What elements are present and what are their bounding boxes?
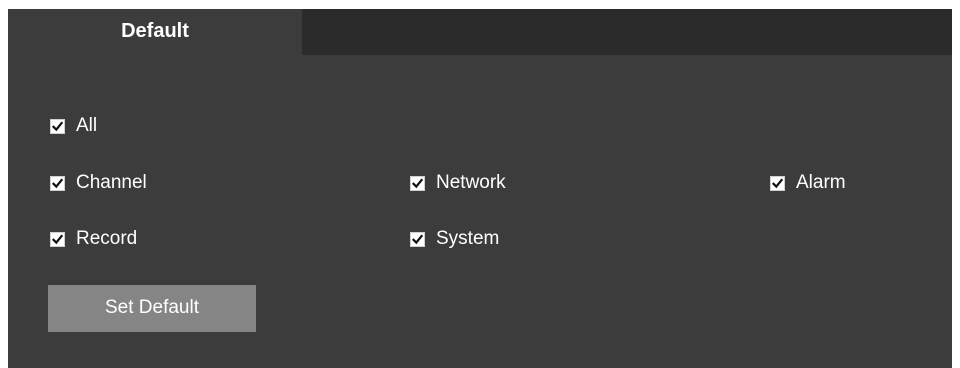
checkmark-icon [412,233,423,244]
checkbox-all-label: All [76,115,98,136]
default-settings-panel: Default All Channel Network Alarm Record [8,9,952,368]
checkbox-channel-label: Channel [76,172,147,193]
checkmark-icon [412,177,423,188]
checkbox-record-label: Record [76,228,138,249]
checkbox-system-box[interactable] [410,231,425,247]
checkbox-channel[interactable]: Channel [50,173,147,193]
checkbox-record-box[interactable] [50,231,65,247]
checkbox-alarm-label: Alarm [796,172,846,193]
checkbox-network-box[interactable] [410,175,425,191]
checkmark-icon [772,177,783,188]
checkmark-icon [52,233,63,244]
checkbox-network-label: Network [436,172,506,193]
checkbox-all[interactable]: All [50,116,97,136]
tab-default[interactable]: Default [8,9,302,55]
checkbox-network[interactable]: Network [410,173,506,193]
checkbox-system-label: System [436,228,500,249]
checkbox-alarm-box[interactable] [770,175,785,191]
checkmark-icon [52,120,63,131]
checkbox-alarm[interactable]: Alarm [770,173,846,193]
tab-bar: Default [8,9,952,55]
checkbox-all-box[interactable] [50,118,65,134]
checkbox-system[interactable]: System [410,229,499,249]
checkmark-icon [52,177,63,188]
checkbox-record[interactable]: Record [50,229,137,249]
set-default-button[interactable]: Set Default [48,285,256,332]
checkbox-channel-box[interactable] [50,175,65,191]
